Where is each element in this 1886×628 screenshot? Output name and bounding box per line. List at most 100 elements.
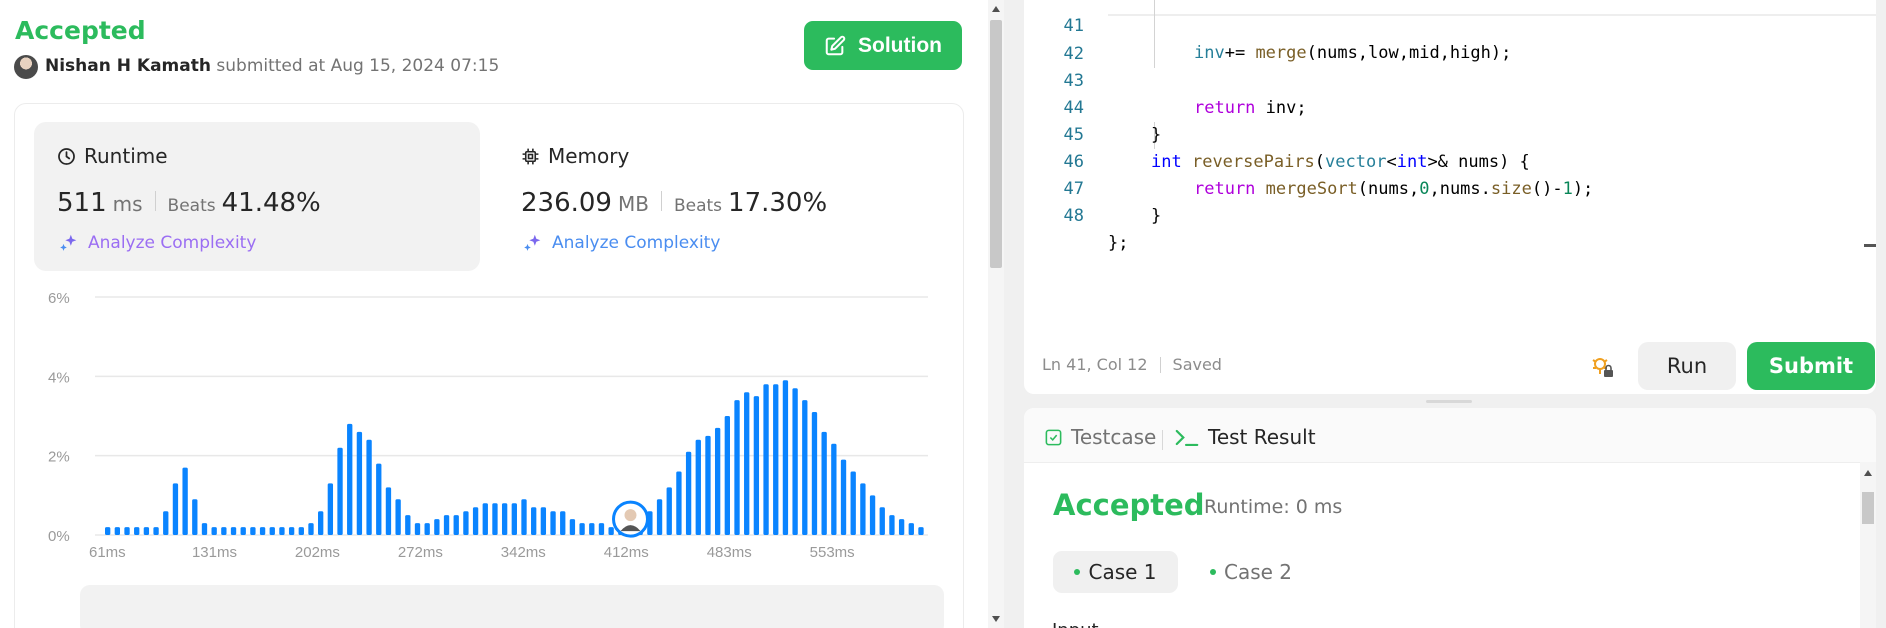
chart-bar[interactable] (831, 443, 837, 535)
chart-bar[interactable] (463, 511, 469, 535)
chart-bar[interactable] (443, 515, 450, 535)
chart-bar[interactable] (182, 467, 188, 535)
result-scrollbar[interactable] (1860, 462, 1876, 628)
left-panel-scrollbar[interactable] (988, 0, 1004, 628)
chart-bar[interactable] (472, 507, 479, 535)
chart-bar[interactable] (802, 400, 808, 535)
author-name[interactable]: Nishan H Kamath (45, 56, 211, 76)
chart-bar[interactable] (579, 523, 585, 535)
chart-bar[interactable] (279, 527, 285, 535)
chart-bar[interactable] (482, 503, 488, 535)
chart-bar[interactable] (124, 527, 130, 535)
solution-button[interactable]: Solution (804, 21, 962, 70)
runtime-distribution-chart[interactable]: 0% 2% 4% 6% 61ms 131ms 202ms 272ms 342ms 412ms 483… (40, 285, 940, 575)
chart-bar[interactable] (434, 519, 440, 535)
chart-bar[interactable] (308, 523, 314, 535)
chart-bar[interactable] (414, 523, 421, 535)
debug-lock-icon[interactable] (1590, 354, 1616, 380)
chart-bar[interactable] (221, 527, 227, 535)
chart-bar[interactable] (840, 459, 847, 535)
chart-bar[interactable] (724, 416, 730, 535)
chart-bar[interactable] (192, 499, 198, 535)
scrollbar-thumb[interactable] (990, 20, 1002, 268)
chart-bar[interactable] (598, 523, 605, 535)
chart-bar[interactable] (134, 527, 140, 535)
chart-bar[interactable] (211, 527, 217, 535)
avatar[interactable] (14, 55, 38, 79)
chart-bar[interactable] (453, 515, 459, 535)
chart-bar[interactable] (908, 523, 914, 535)
chart-bar[interactable] (821, 431, 827, 535)
submit-button[interactable]: Submit (1747, 342, 1875, 390)
chart-bar[interactable] (250, 527, 256, 535)
chart-bar[interactable] (540, 507, 547, 535)
chart-bar[interactable] (163, 511, 169, 535)
run-button[interactable]: Run (1638, 342, 1736, 390)
chart-bar[interactable] (259, 527, 266, 535)
chart-bar[interactable] (337, 447, 343, 535)
chart-bar[interactable] (298, 527, 304, 535)
chart-bar[interactable] (405, 515, 411, 535)
scroll-up-arrow-icon[interactable] (992, 6, 1000, 12)
chart-bar[interactable] (521, 499, 527, 535)
chart-bar[interactable] (327, 483, 334, 535)
chart-bar[interactable] (685, 451, 692, 535)
chart-bar[interactable] (143, 527, 150, 535)
chart-bar[interactable] (676, 471, 682, 535)
your-submission-marker[interactable] (612, 500, 650, 538)
chart-bar[interactable] (560, 511, 566, 535)
chart-bar[interactable] (589, 523, 595, 535)
chart-bar[interactable] (869, 495, 876, 535)
tab-testcase[interactable]: Testcase (1044, 425, 1156, 449)
chart-bar[interactable] (153, 527, 159, 535)
chart-bar[interactable] (395, 499, 401, 535)
chart-bar[interactable] (918, 527, 924, 535)
resize-handle[interactable] (1426, 400, 1472, 403)
chart-bar[interactable] (356, 431, 363, 535)
chart-bar[interactable] (763, 384, 769, 535)
chart-bar[interactable] (318, 511, 324, 535)
chart-bar[interactable] (511, 503, 517, 535)
chart-bar[interactable] (230, 527, 237, 535)
chart-bar[interactable] (656, 499, 663, 535)
chart-bar[interactable] (608, 527, 614, 535)
tab-test-result[interactable]: Test Result (1174, 425, 1316, 449)
chart-bar[interactable] (753, 396, 760, 535)
chart-bar[interactable] (889, 515, 895, 535)
chart-bar[interactable] (550, 511, 556, 535)
chart-bar[interactable] (695, 439, 701, 535)
chart-bar[interactable] (288, 527, 295, 535)
chart-bar[interactable] (347, 423, 353, 535)
chart-bar[interactable] (366, 439, 372, 535)
chart-bar[interactable] (879, 507, 885, 535)
scroll-down-arrow-icon[interactable] (992, 616, 1000, 622)
chart-bar[interactable] (569, 519, 576, 535)
chart-bar[interactable] (172, 483, 179, 535)
chart-bar[interactable] (376, 463, 382, 535)
chart-bar[interactable] (811, 412, 818, 535)
scrollbar-thumb[interactable] (1862, 492, 1874, 524)
chart-bar[interactable] (860, 483, 866, 535)
chart-bar[interactable] (201, 523, 208, 535)
chart-bar[interactable] (666, 487, 672, 535)
chart-bar[interactable] (105, 527, 111, 535)
chart-bar[interactable] (240, 527, 246, 535)
chart-bar[interactable] (501, 503, 508, 535)
chart-bar[interactable] (385, 487, 392, 535)
runtime-analyze-complexity[interactable]: Analyze Complexity (58, 232, 256, 254)
memory-analyze-complexity[interactable]: Analyze Complexity (522, 232, 720, 254)
scroll-up-arrow-icon[interactable] (1864, 470, 1872, 476)
chart-bar[interactable] (531, 507, 537, 535)
chart-bar[interactable] (850, 471, 856, 535)
chart-bar[interactable] (744, 392, 750, 535)
case-1-tab[interactable]: Case 1 (1053, 551, 1178, 593)
chart-bar[interactable] (492, 503, 498, 535)
chart-bar[interactable] (898, 519, 905, 535)
code-editor[interactable]: 41 inv+= merge(nums,low,mid,high); 42 43… (1024, 0, 1876, 394)
case-2-tab[interactable]: Case 2 (1196, 551, 1306, 593)
chart-bar[interactable] (269, 527, 275, 535)
chart-bar[interactable] (424, 523, 430, 535)
chart-bar[interactable] (734, 400, 740, 535)
chart-bar[interactable] (773, 384, 779, 535)
chart-bar[interactable] (714, 427, 721, 535)
